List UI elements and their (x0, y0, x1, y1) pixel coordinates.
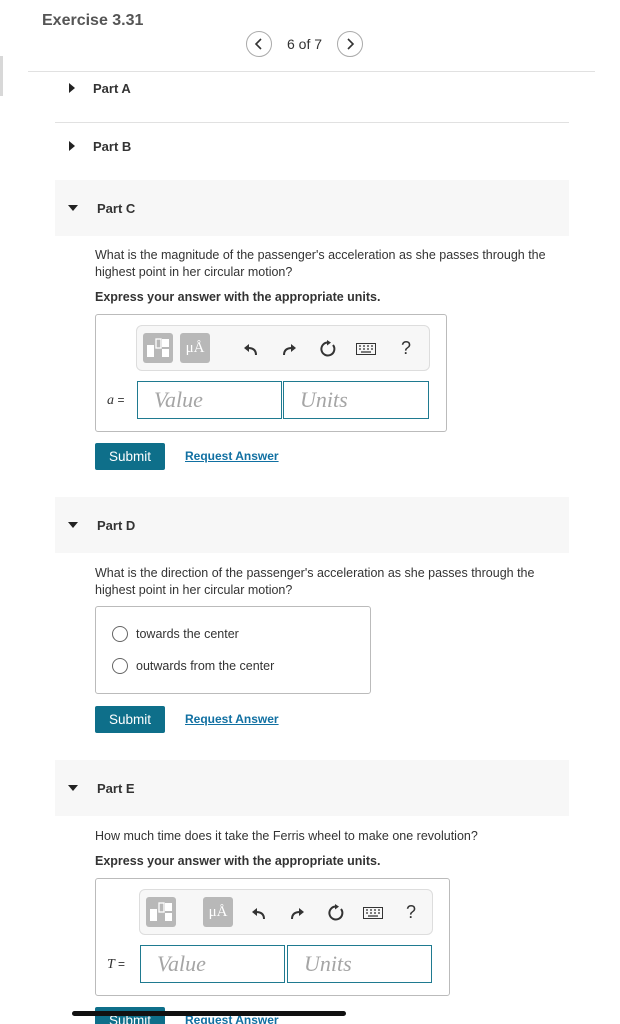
help-icon[interactable]: ? (406, 902, 416, 923)
reset-button[interactable] (317, 338, 339, 360)
pager-text: 6 of 7 (287, 36, 323, 52)
equals-sign: = (118, 957, 126, 971)
left-edge-indicator (0, 56, 3, 96)
undo-icon (244, 344, 257, 356)
choice-option[interactable]: towards the center (112, 626, 239, 642)
part-c-units-input[interactable]: Units (283, 381, 429, 419)
units-icon: μÅ (208, 903, 228, 920)
part-d-header[interactable]: Part D (55, 497, 569, 553)
templates-icon (147, 338, 169, 357)
part-e-variable: T = (107, 957, 125, 973)
redo-button[interactable] (278, 338, 300, 360)
help-icon[interactable]: ? (401, 338, 411, 359)
part-b-header[interactable]: Part B (55, 129, 569, 163)
part-d-choices: towards the center outwards from the cen… (95, 606, 371, 694)
part-e-instruction: Express your answer with the appropriate… (95, 854, 381, 868)
chevron-left-icon (254, 38, 262, 50)
keyboard-button[interactable] (355, 338, 377, 360)
part-e-units-input[interactable]: Units (287, 945, 432, 983)
triangle-down-icon (68, 205, 78, 211)
part-c-instruction: Express your answer with the appropriate… (95, 290, 381, 304)
previous-button[interactable] (246, 31, 272, 57)
part-c-header[interactable]: Part C (55, 180, 569, 236)
math-toolbar: μÅ ? (139, 889, 433, 935)
equals-sign: = (117, 393, 125, 407)
part-c-submit-button[interactable]: Submit (95, 443, 165, 470)
triangle-down-icon (68, 522, 78, 528)
part-e-question: How much time does it take the Ferris wh… (95, 829, 478, 843)
part-b-label: Part B (93, 138, 132, 154)
keyboard-icon (356, 343, 376, 355)
triangle-down-icon (68, 785, 78, 791)
templates-button[interactable] (143, 333, 173, 363)
templates-button[interactable] (146, 897, 176, 927)
redo-icon (283, 344, 296, 356)
units-button[interactable]: μÅ (180, 333, 210, 363)
radio-button-icon[interactable] (112, 626, 128, 642)
part-c-variable: a = (107, 393, 125, 409)
part-c-label: Part C (97, 200, 136, 216)
math-toolbar: μÅ ? (136, 325, 430, 371)
choice-label: towards the center (136, 627, 239, 641)
radio-button-icon[interactable] (112, 658, 128, 674)
part-c-request-answer-link[interactable]: Request Answer (185, 449, 279, 463)
part-c-value-input[interactable]: Value (137, 381, 282, 419)
part-d-submit-button[interactable]: Submit (95, 706, 165, 733)
variable-symbol: a (107, 393, 114, 408)
part-d-label: Part D (97, 517, 136, 533)
units-icon: μÅ (185, 339, 205, 356)
part-d-request-answer-link[interactable]: Request Answer (185, 712, 279, 726)
undo-button[interactable] (240, 338, 262, 360)
redo-icon (291, 908, 304, 920)
templates-icon (150, 902, 172, 921)
choice-option[interactable]: outwards from the center (112, 658, 274, 674)
reset-icon (320, 340, 336, 357)
next-button[interactable] (337, 31, 364, 57)
part-e-value-input[interactable]: Value (140, 945, 285, 983)
part-e-label: Part E (97, 780, 135, 796)
reset-icon (328, 904, 344, 921)
part-c-question: What is the magnitude of the passenger's… (95, 248, 546, 279)
triangle-right-icon (69, 83, 75, 93)
part-c-answer-box: μÅ ? a = Value Units (95, 314, 447, 432)
exercise-title: Exercise 3.31 (42, 12, 144, 29)
choice-label: outwards from the center (136, 659, 275, 673)
part-d-question: What is the direction of the passenger's… (95, 566, 535, 597)
triangle-right-icon (69, 141, 75, 151)
part-e-answer-box: μÅ ? T = Value Units (95, 878, 450, 996)
pager: 6 of 7 (246, 31, 364, 57)
undo-icon (252, 908, 265, 920)
redo-button[interactable] (286, 902, 308, 924)
variable-symbol: T (107, 957, 115, 972)
home-indicator (72, 1011, 346, 1016)
keyboard-button[interactable] (362, 902, 384, 924)
part-e-header[interactable]: Part E (55, 760, 569, 816)
reset-button[interactable] (325, 902, 347, 924)
units-button[interactable]: μÅ (203, 897, 233, 927)
divider (55, 122, 569, 123)
part-a-label: Part A (93, 80, 131, 96)
chevron-right-icon (347, 38, 355, 50)
undo-button[interactable] (248, 902, 270, 924)
keyboard-icon (363, 907, 383, 919)
part-a-header[interactable]: Part A (55, 71, 569, 105)
